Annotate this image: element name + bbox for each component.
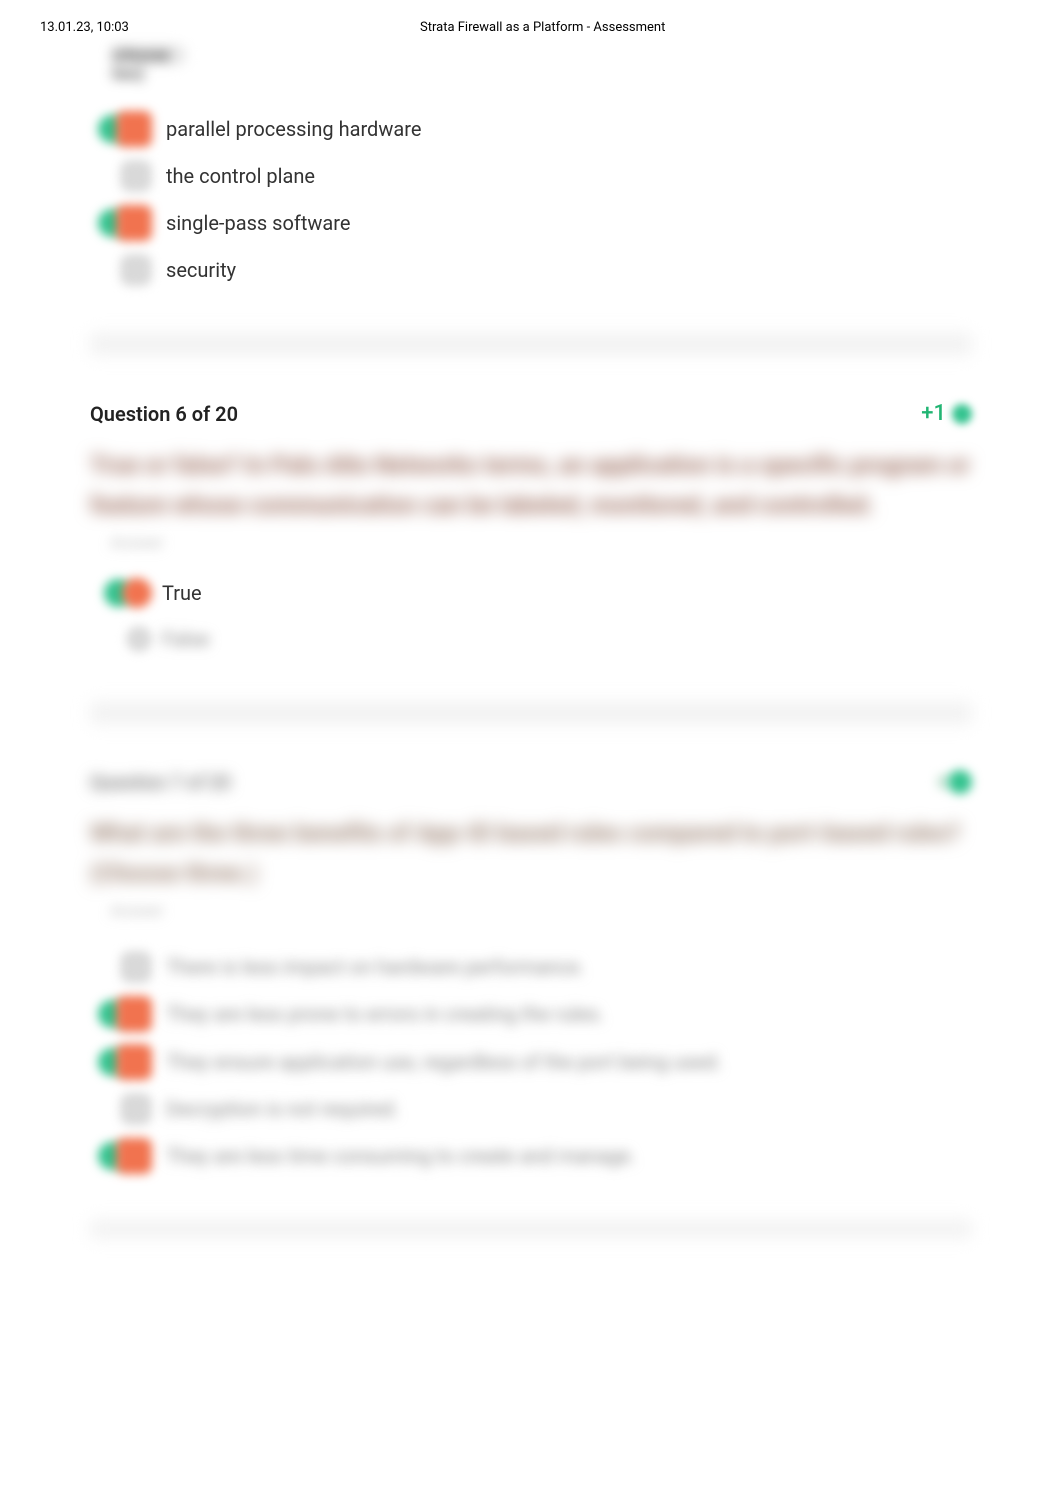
option-marker — [90, 951, 152, 983]
q7-option-5[interactable]: They are less time consuming to create a… — [90, 1132, 972, 1180]
question-separator — [90, 1220, 972, 1238]
q5-hint: (choose two) — [112, 45, 186, 65]
q6-score: +1 — [921, 401, 972, 426]
option-label: single-pass software — [166, 211, 351, 235]
selected-icon — [116, 1138, 152, 1174]
option-label: the control plane — [166, 164, 315, 188]
header-datetime: 13.01.23, 10:03 — [40, 20, 420, 35]
q6-title: Question 6 of 20 — [90, 402, 238, 426]
option-label: They are less prone to errors in creatin… — [166, 1002, 604, 1026]
q5-option-2[interactable]: the control plane — [90, 153, 972, 199]
option-marker — [90, 626, 152, 652]
option-marker — [90, 578, 152, 608]
score-dot-icon — [948, 770, 972, 794]
q7-option-2[interactable]: They are less prone to errors in creatin… — [90, 990, 972, 1038]
unselected-icon — [120, 160, 152, 192]
q5-block: (choose two) parallel processing hardwar… — [90, 45, 972, 293]
q5-option-4[interactable]: security — [90, 247, 972, 293]
selected-icon — [116, 1044, 152, 1080]
option-marker — [90, 254, 152, 286]
q6-options: True False — [90, 570, 972, 662]
option-marker — [90, 1138, 152, 1174]
selected-icon — [116, 996, 152, 1032]
q7-options: There is less impact on hardware perform… — [90, 944, 972, 1180]
q6-option-false[interactable]: False — [90, 616, 972, 662]
q6-prompt: True or false? In Palo Alto Networks ter… — [90, 446, 972, 525]
option-label: They are less time consuming to create a… — [166, 1144, 635, 1168]
selected-icon — [122, 578, 152, 608]
option-marker — [90, 160, 152, 192]
option-label: True — [162, 581, 202, 605]
unselected-icon — [120, 254, 152, 286]
option-label: security — [166, 258, 236, 282]
option-label: False — [162, 627, 209, 651]
header-title: Strata Firewall as a Platform - Assessme… — [420, 20, 1022, 35]
q7-prompt: What are the three benefits of App-ID ba… — [90, 814, 972, 893]
q6-option-true[interactable]: True — [90, 570, 972, 616]
selected-icon — [116, 205, 152, 241]
content-area: (choose two) parallel processing hardwar… — [0, 45, 1062, 1238]
q7-score — [936, 770, 972, 794]
q7-option-1[interactable]: There is less impact on hardware perform… — [90, 944, 972, 990]
option-marker — [90, 996, 152, 1032]
q7-hint: Answer — [110, 901, 180, 920]
option-marker — [90, 1093, 152, 1125]
unselected-icon — [120, 951, 152, 983]
question-separator — [90, 333, 972, 355]
q7-title: Question 7 of 20 — [90, 771, 231, 794]
q6-hint: Answer — [110, 533, 180, 552]
q7-header: Question 7 of 20 — [90, 770, 972, 794]
q5-options: parallel processing hardware the control… — [90, 105, 972, 293]
option-marker — [90, 1044, 152, 1080]
q7-option-3[interactable]: They ensure application use, regardless … — [90, 1038, 972, 1086]
page-header: 13.01.23, 10:03 Strata Firewall as a Pla… — [0, 0, 1062, 45]
question-separator — [90, 702, 972, 724]
q5-option-1[interactable]: parallel processing hardware — [90, 105, 972, 153]
q5-option-3[interactable]: single-pass software — [90, 199, 972, 247]
score-dot-icon — [952, 404, 972, 424]
q7-option-4[interactable]: Decryption is not required. — [90, 1086, 972, 1132]
score-value: +1 — [921, 401, 946, 426]
option-marker — [90, 111, 152, 147]
option-label: They ensure application use, regardless … — [166, 1050, 722, 1074]
option-label: Decryption is not required. — [166, 1097, 399, 1121]
selected-icon — [116, 111, 152, 147]
option-marker — [90, 205, 152, 241]
option-label: There is less impact on hardware perform… — [166, 955, 584, 979]
q6-header: Question 6 of 20 +1 — [90, 401, 972, 426]
q7-block: Question 7 of 20 What are the three bene… — [90, 770, 972, 1180]
q6-block: Question 6 of 20 +1 True or false? In Pa… — [90, 401, 972, 662]
option-label: parallel processing hardware — [166, 117, 421, 141]
unselected-icon — [120, 1093, 152, 1125]
unselected-icon — [126, 626, 152, 652]
